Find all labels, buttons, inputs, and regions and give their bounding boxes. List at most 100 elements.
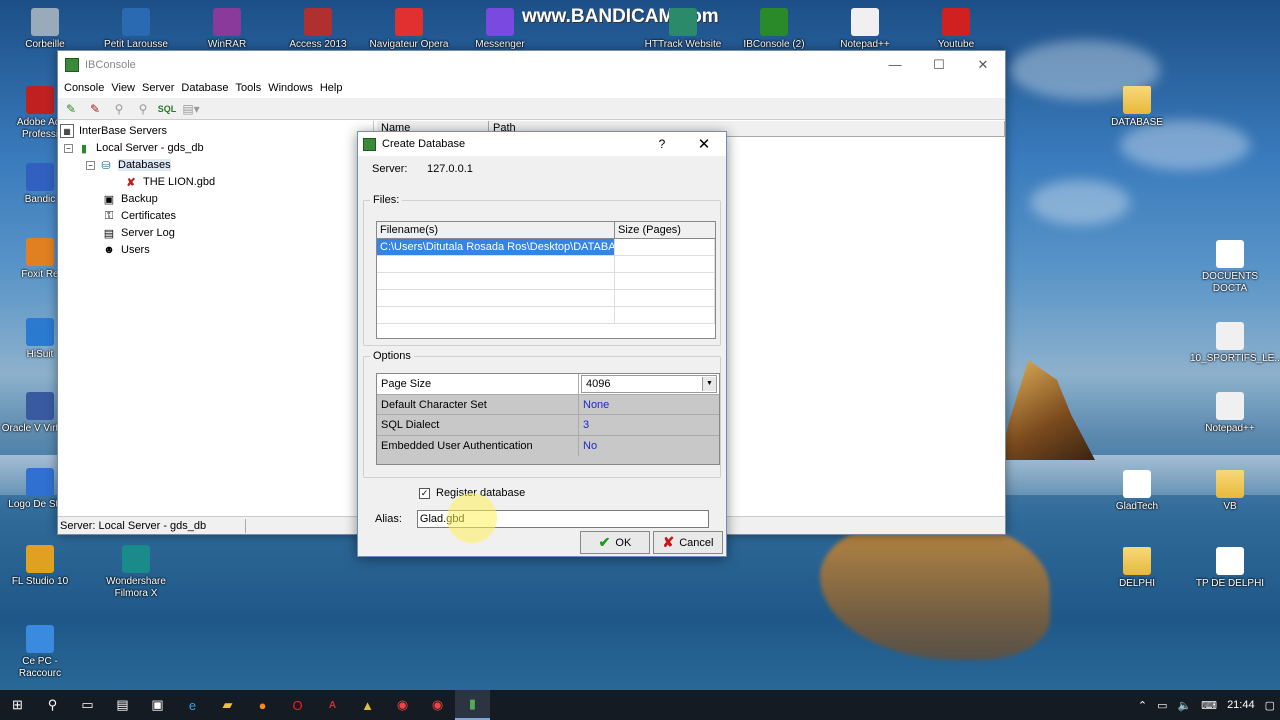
keyboard-icon[interactable]: ⌨ xyxy=(1201,699,1217,712)
cancel-button[interactable]: ✘ Cancel xyxy=(653,531,723,554)
file-row[interactable] xyxy=(377,256,715,273)
option-page-size[interactable]: Page Size 4096 ▼ xyxy=(377,374,719,395)
connect-icon[interactable]: ⚲ xyxy=(109,100,129,118)
notification-icon[interactable]: ▢ xyxy=(1265,699,1275,712)
desktop-icon[interactable]: TP DE DELPHI xyxy=(1190,547,1270,590)
store-icon[interactable]: ▣ xyxy=(140,690,175,720)
desktop-icon[interactable]: Youtube xyxy=(916,8,996,51)
search-icon[interactable]: ⚲ xyxy=(35,690,70,720)
maximize-icon[interactable]: ☐ xyxy=(917,57,961,73)
disconnect-icon[interactable]: ⚲ xyxy=(133,100,153,118)
desktop-icon[interactable]: DATABASE xyxy=(1097,86,1177,129)
sql-icon[interactable]: SQL xyxy=(157,100,177,118)
collapse-icon[interactable]: − xyxy=(86,160,95,170)
option-auth[interactable]: Embedded User Authentication No xyxy=(377,435,719,457)
hisuite-icon xyxy=(26,318,54,346)
menu-server[interactable]: Server xyxy=(142,82,181,94)
tree-server-log[interactable]: ▤ Server Log xyxy=(102,225,175,241)
close-icon[interactable]: ✕ xyxy=(682,135,726,153)
tree-server[interactable]: − ▮ Local Server - gds_db xyxy=(64,140,204,156)
register-server-icon[interactable]: ✎ xyxy=(61,100,81,118)
checkmark-icon[interactable]: ✓ xyxy=(419,487,430,499)
tree-db-file[interactable]: ✘ THE LION.gbd xyxy=(124,174,215,190)
notepad-icon xyxy=(1216,392,1244,420)
menu-help[interactable]: Help xyxy=(320,82,350,94)
ibconsole-icon[interactable]: ▮ xyxy=(455,690,490,720)
filename-cell[interactable]: C:\Users\Ditutala Rosada Ros\Desktop\DAT… xyxy=(377,239,615,255)
desktop-icon[interactable]: GladTech xyxy=(1097,470,1177,513)
volume-icon[interactable]: 🔈 xyxy=(1177,699,1191,712)
chevron-up-icon[interactable]: ⌃ xyxy=(1138,699,1147,712)
desktop-icon[interactable]: Notepad++ xyxy=(1190,392,1270,435)
option-dialect[interactable]: SQL Dialect 3 xyxy=(377,415,719,436)
file-row[interactable] xyxy=(377,273,715,290)
window-titlebar[interactable]: IBConsole — ☐ ✕ xyxy=(58,51,1005,78)
desktop-icon[interactable]: FL Studio 10 xyxy=(0,545,80,588)
desktop-icon[interactable]: 10_SPORTIFS_LE... xyxy=(1190,322,1280,365)
tree-certificates[interactable]: ⚿ Certificates xyxy=(102,208,176,224)
desktop-icon[interactable]: Corbeille xyxy=(5,8,85,51)
menu-tools[interactable]: Tools xyxy=(236,82,269,94)
menu-console[interactable]: Console xyxy=(64,82,111,94)
record-icon[interactable]: ◉ xyxy=(420,690,455,720)
tree-root[interactable]: ▦ InterBase Servers xyxy=(60,123,167,139)
chevron-down-icon[interactable]: ▼ xyxy=(702,376,716,391)
desktop-icon[interactable]: Wondershare Filmora X xyxy=(96,545,176,600)
dialog-titlebar[interactable]: Create Database ? ✕ xyxy=(358,132,726,156)
desktop-icon[interactable]: VB xyxy=(1190,470,1270,513)
close-icon[interactable]: ✕ xyxy=(961,57,1005,73)
record-icon[interactable]: ◉ xyxy=(385,690,420,720)
desktop-icon[interactable]: Petit Larousse xyxy=(96,8,176,51)
servers-icon: ▦ xyxy=(60,124,74,138)
certificates-icon: ⚿ xyxy=(104,209,114,222)
task-view-icon[interactable]: ▭ xyxy=(70,690,105,720)
file-row[interactable] xyxy=(377,290,715,307)
clock[interactable]: 21:44 xyxy=(1227,699,1255,711)
pc-icon xyxy=(26,625,54,653)
tree-db-file-label: THE LION.gbd xyxy=(143,176,216,188)
file-row[interactable]: C:\Users\Ditutala Rosada Ros\Desktop\DAT… xyxy=(377,239,715,256)
tree-backup[interactable]: ▣ Backup xyxy=(102,191,158,207)
unregister-server-icon[interactable]: ✎ xyxy=(85,100,105,118)
server-icon: ▮ xyxy=(80,142,88,155)
desktop-icon[interactable]: Notepad++ xyxy=(825,8,905,51)
firefox-icon[interactable]: ● xyxy=(245,690,280,720)
windows-icon[interactable]: ▤▾ xyxy=(181,100,201,118)
desktop-icon[interactable]: Navigateur Opera xyxy=(369,8,449,51)
file-row[interactable] xyxy=(377,307,715,324)
menu-database[interactable]: Database xyxy=(181,82,235,94)
start-icon[interactable]: ⊞ xyxy=(0,690,35,720)
tree-users[interactable]: ☻ Users xyxy=(102,242,150,258)
desktop-icon[interactable]: WinRAR xyxy=(187,8,267,51)
size-cell[interactable] xyxy=(615,239,715,255)
option-value[interactable]: None xyxy=(579,395,719,415)
network-icon[interactable]: ▭ xyxy=(1157,699,1167,712)
desktop-icon[interactable]: Access 2013 xyxy=(278,8,358,51)
menu-view[interactable]: View xyxy=(111,82,142,94)
page-size-select[interactable]: 4096 ▼ xyxy=(581,375,717,393)
desktop-icon[interactable]: DELPHI xyxy=(1097,547,1177,590)
app-icon[interactable]: ▲ xyxy=(350,690,385,720)
option-value[interactable]: No xyxy=(579,436,719,457)
opera-icon[interactable]: O xyxy=(280,690,315,720)
help-icon[interactable]: ? xyxy=(642,137,682,151)
create-database-dialog: Create Database ? ✕ Server: 127.0.0.1 Fi… xyxy=(357,131,727,557)
ok-button[interactable]: ✔ OK xyxy=(580,531,650,554)
desktop-icon[interactable]: Ce PC - Raccourc xyxy=(0,625,80,680)
edge-icon[interactable]: e xyxy=(175,690,210,720)
filmora-icon xyxy=(122,545,150,573)
explorer-icon[interactable]: ▰ xyxy=(210,690,245,720)
menu-windows[interactable]: Windows xyxy=(268,82,320,94)
option-value[interactable]: 3 xyxy=(579,415,719,435)
desktop-icon[interactable]: IBConsole (2) xyxy=(734,8,814,51)
tree-databases[interactable]: − ⛁ Databases xyxy=(86,157,171,173)
desktop-icon[interactable]: DOCUENTS DOCTA xyxy=(1190,240,1270,295)
cmd-icon[interactable]: ▤ xyxy=(105,690,140,720)
option-charset[interactable]: Default Character Set None xyxy=(377,394,719,415)
desktop-icon[interactable]: HTTrack Website xyxy=(643,8,723,51)
minimize-icon[interactable]: — xyxy=(873,57,917,73)
access-icon[interactable]: A xyxy=(315,690,350,720)
checkmark-icon: ✔ xyxy=(598,534,611,550)
collapse-icon[interactable]: − xyxy=(64,143,73,153)
desktop-icon[interactable]: Messenger xyxy=(460,8,540,51)
